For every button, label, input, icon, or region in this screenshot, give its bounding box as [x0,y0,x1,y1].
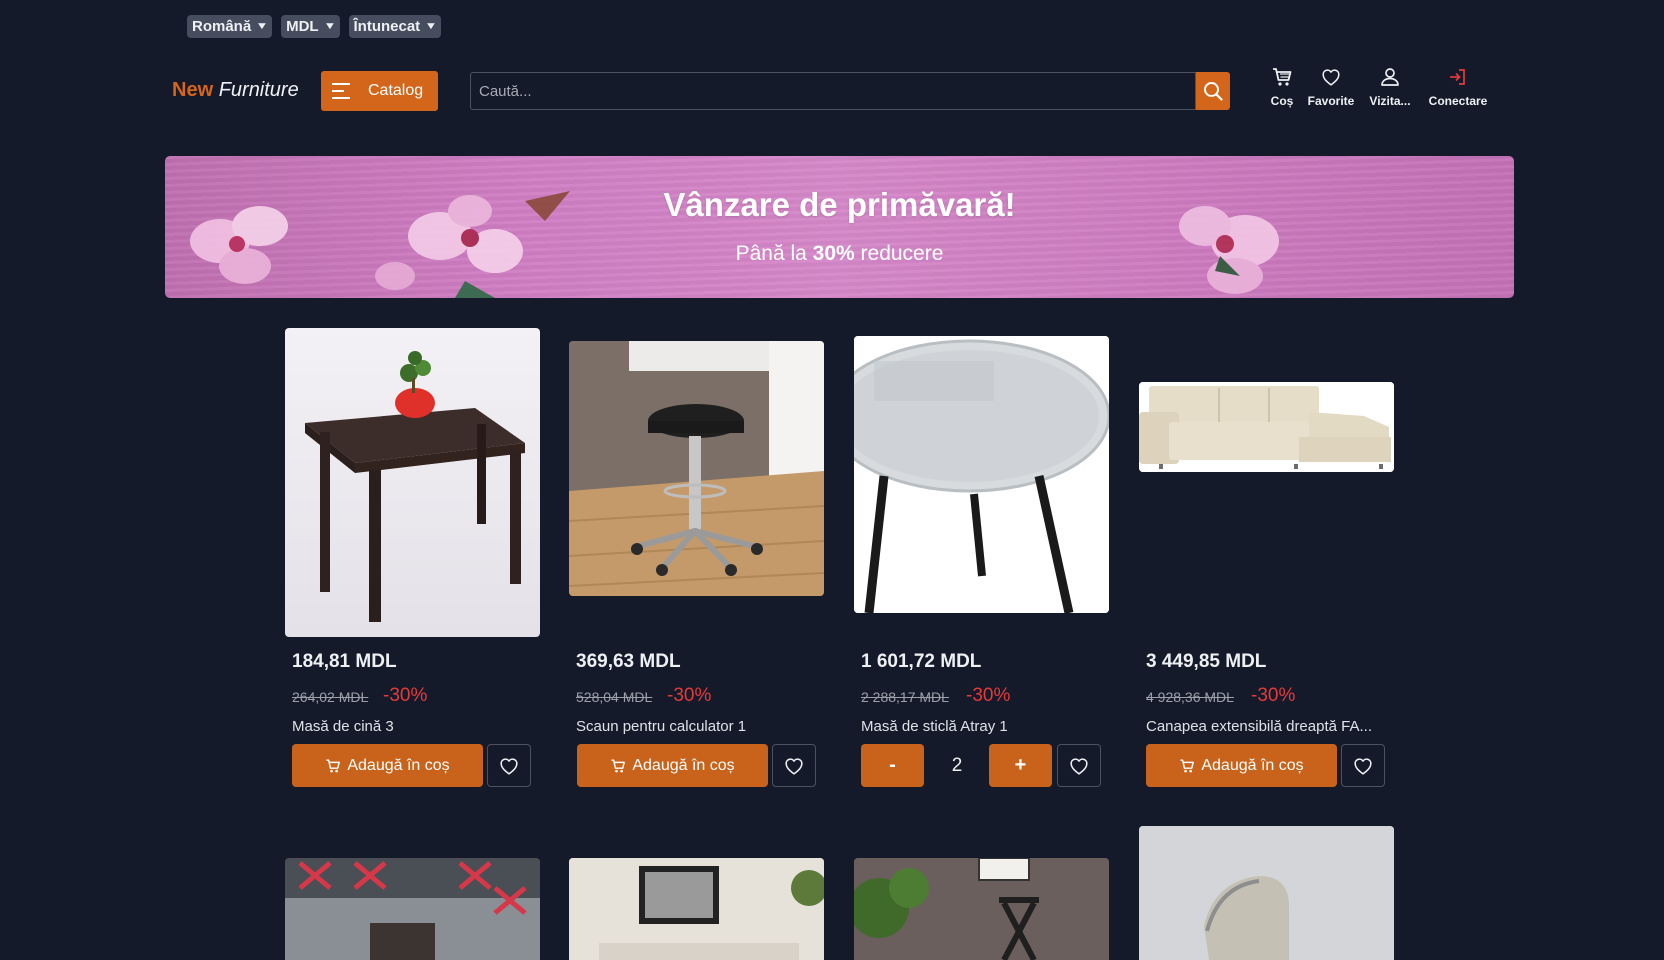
dining-chair-image [854,858,1109,960]
product-name[interactable]: Masă de sticlă Atray 1 [861,718,1008,735]
banner-subtitle: Până la 30% reducere [165,242,1514,266]
add-to-cart-button[interactable]: Adaugă în coș [1146,744,1337,787]
dining-table-image [305,351,525,622]
product-image[interactable] [1139,826,1394,960]
product-image[interactable] [854,336,1109,613]
nav-favorites[interactable]: Favorite [1302,66,1360,108]
sofa-image [1139,382,1394,472]
currency-select[interactable]: MDL ▼ [281,15,340,38]
heart-icon [1354,757,1372,775]
product-discount: -30% [966,685,1011,706]
product-discount: -30% [383,685,428,706]
favorite-button[interactable] [1341,744,1385,787]
product-old-price: 2 288,17 MDL [861,689,949,705]
theme-select-value: Întunecat [353,18,421,35]
nav-favorites-label: Favorite [1307,94,1355,108]
logo-text-new: New [172,79,214,101]
product-image[interactable] [285,858,540,960]
nav-cart-label: Coș [1270,94,1294,108]
chevron-down-icon: ▼ [424,21,438,32]
nav-cart[interactable]: Coș [1262,66,1302,108]
catalog-button-label: Catalog [368,82,424,99]
glass-table-image [854,336,1109,613]
user-icon [1381,68,1399,86]
cart-icon [326,758,341,772]
product-image[interactable] [569,341,824,596]
nav-visitor-label: Vizita... [1369,94,1411,108]
heart-icon [1322,69,1340,86]
product-price: 3 449,85 MDL [1146,651,1267,672]
heart-icon [785,757,803,775]
add-to-cart-label: Adaugă în coș [347,756,450,774]
metal-chair-image [1139,826,1394,960]
product-old-price: 4 928,36 MDL [1146,689,1234,705]
heart-icon [500,757,518,775]
heart-icon [1070,757,1088,775]
product-image[interactable] [854,858,1109,960]
product-discount: -30% [667,685,712,706]
search-bar [470,72,1230,110]
favorite-button[interactable] [1057,744,1101,787]
top-settings-bar: Română ▼ MDL ▼ Întunecat ▼ [187,15,442,38]
product-image[interactable] [1139,382,1394,472]
add-to-cart-button[interactable]: Adaugă în coș [292,744,483,787]
theme-select[interactable]: Întunecat ▼ [348,15,442,38]
chevron-down-icon: ▼ [255,21,269,32]
promo-banner[interactable]: Vânzare de primăvară! Până la 30% reduce… [165,156,1514,298]
language-select-value: Română [192,18,252,35]
banner-subtitle-suffix: reducere [860,242,944,265]
quantity-value: 2 [951,755,963,776]
computer-chair-image [569,341,824,596]
menu-icon [332,83,350,99]
product-image[interactable] [285,328,540,637]
product-name[interactable]: Scaun pentru calculator 1 [576,718,746,735]
nav-visitor[interactable]: Vizita... [1360,66,1420,108]
cart-icon [1180,758,1195,772]
gaming-desk-image [285,858,540,960]
banner-subtitle-prefix: Până la [735,242,807,265]
currency-select-value: MDL [286,18,319,35]
banner-subtitle-percent: 30% [812,242,855,265]
nav-login[interactable]: Conectare [1420,66,1496,108]
favorite-button[interactable] [772,744,816,787]
language-select[interactable]: Română ▼ [187,15,273,38]
nav-login-label: Conectare [1428,94,1488,108]
product-price: 369,63 MDL [576,651,681,672]
quantity-increase-button[interactable]: + [989,744,1052,787]
product-name[interactable]: Masă de cină 3 [292,718,394,735]
add-to-cart-label: Adaugă în coș [1201,756,1304,774]
favorite-button[interactable] [487,744,531,787]
add-to-cart-button[interactable]: Adaugă în coș [577,744,768,787]
product-discount: -30% [1251,685,1296,706]
logo-text-furniture: Furniture [218,79,299,101]
chevron-down-icon: ▼ [323,21,336,32]
cart-icon [611,758,626,772]
product-name[interactable]: Canapea extensibilă dreaptă FA... [1146,718,1372,735]
search-icon [1204,82,1223,101]
cherry-blossom-decoration [190,191,1279,298]
login-icon [1450,69,1465,85]
add-to-cart-label: Adaugă în coș [632,756,735,774]
product-image[interactable] [569,858,824,960]
product-price: 1 601,72 MDL [861,651,982,672]
header-nav: Coș Favorite Vizita... Conectare [1262,66,1496,108]
computer-desk-image [569,858,824,960]
product-old-price: 264,02 MDL [292,689,369,705]
search-input[interactable] [470,72,1196,110]
banner-title: Vânzare de primăvară! [663,186,1016,223]
search-button[interactable] [1196,72,1230,110]
catalog-button[interactable]: Catalog [321,71,438,111]
product-old-price: 528,04 MDL [576,689,653,705]
cart-icon [1273,68,1292,86]
site-logo[interactable]: New Furniture [172,79,299,102]
product-price: 184,81 MDL [292,651,397,672]
quantity-decrease-button[interactable]: - [861,744,924,787]
